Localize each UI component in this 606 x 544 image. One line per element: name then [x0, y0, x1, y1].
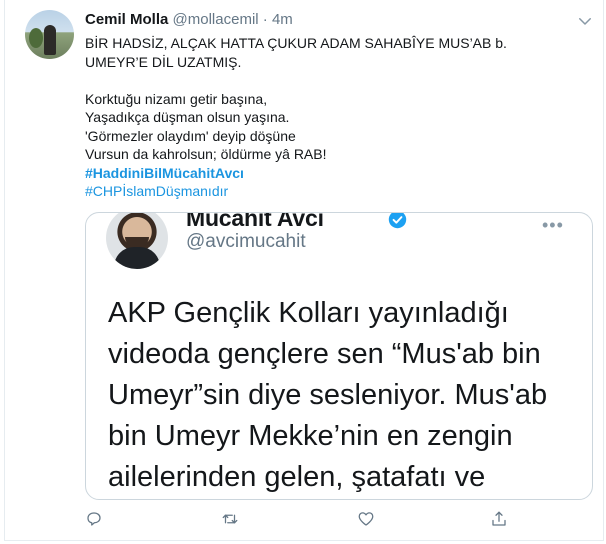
quoted-author-avatar[interactable]: [106, 213, 168, 269]
retweet-icon[interactable]: [221, 510, 241, 530]
quoted-text: AKP Gençlik Kolları yayınladığı videoda …: [108, 293, 588, 498]
chevron-down-icon[interactable]: [576, 12, 594, 30]
avatar-suit: [114, 247, 160, 269]
avatar-person: [44, 25, 56, 55]
hashtag-link[interactable]: #HaddiniBilMücahitAvcı: [85, 164, 585, 183]
reply-icon[interactable]: [85, 510, 105, 530]
quoted-author-name[interactable]: Mucahit Avci: [186, 213, 324, 232]
verified-badge-icon: [388, 213, 407, 229]
heart-icon[interactable]: [357, 510, 377, 530]
quoted-line: Umeyr”sin diye sesleniyor. Mus'ab: [108, 379, 548, 411]
tweet-line: BİR HADSİZ, ALÇAK HATTA ÇUKUR ADAM SAHAB…: [85, 35, 507, 51]
tweet-line: 'Görmezler olaydım' deyip döşüne: [85, 127, 296, 144]
more-options-icon[interactable]: •••: [542, 215, 564, 236]
tweet-text: BİR HADSİZ, ALÇAK HATTA ÇUKUR ADAM SAHAB…: [85, 34, 585, 201]
tweet-actions: [85, 510, 525, 530]
tweet-line: Yaşadıkça düşman olsun yaşına.: [85, 109, 290, 125]
quoted-line: videoda gençlere sen “Mus'ab bin: [108, 338, 541, 370]
hashtag-link[interactable]: #CHPİslamDüşmanıdır: [85, 182, 585, 201]
tweet-timestamp[interactable]: 4m: [272, 11, 293, 28]
author-avatar[interactable]: [25, 10, 74, 59]
tweet-line: Vursun da kahrolsun; öldürme yâ RAB!: [85, 146, 327, 162]
tweet-header: Cemil Molla @mollacemil · 4m: [85, 10, 293, 30]
avatar-beard: [125, 237, 149, 247]
tweet-card[interactable]: Cemil Molla @mollacemil · 4m BİR HADSİZ,…: [4, 0, 604, 541]
tweet-line: UMEYR’E DİL UZATMIŞ.: [85, 53, 242, 70]
author-name[interactable]: Cemil Molla: [85, 11, 168, 28]
quoted-author-handle[interactable]: @avcimucahit: [186, 231, 306, 253]
quoted-line: bin Umeyr Mekke’nin en zengin: [108, 420, 513, 452]
quoted-line: AKP Gençlik Kolları yayınladığı: [108, 297, 509, 329]
header-separator: ·: [262, 11, 268, 28]
quoted-tweet[interactable]: Mucahit Avci @avcimucahit ••• AKP Gençli…: [85, 212, 593, 500]
avatar-tree: [29, 28, 43, 48]
quoted-line: ailelerinden gelen, şatafatı ve: [108, 461, 486, 493]
share-icon[interactable]: [490, 510, 510, 530]
tweet-line: Korktuğu nizamı getir başına,: [85, 90, 268, 107]
author-handle[interactable]: @mollacemil: [173, 11, 259, 28]
